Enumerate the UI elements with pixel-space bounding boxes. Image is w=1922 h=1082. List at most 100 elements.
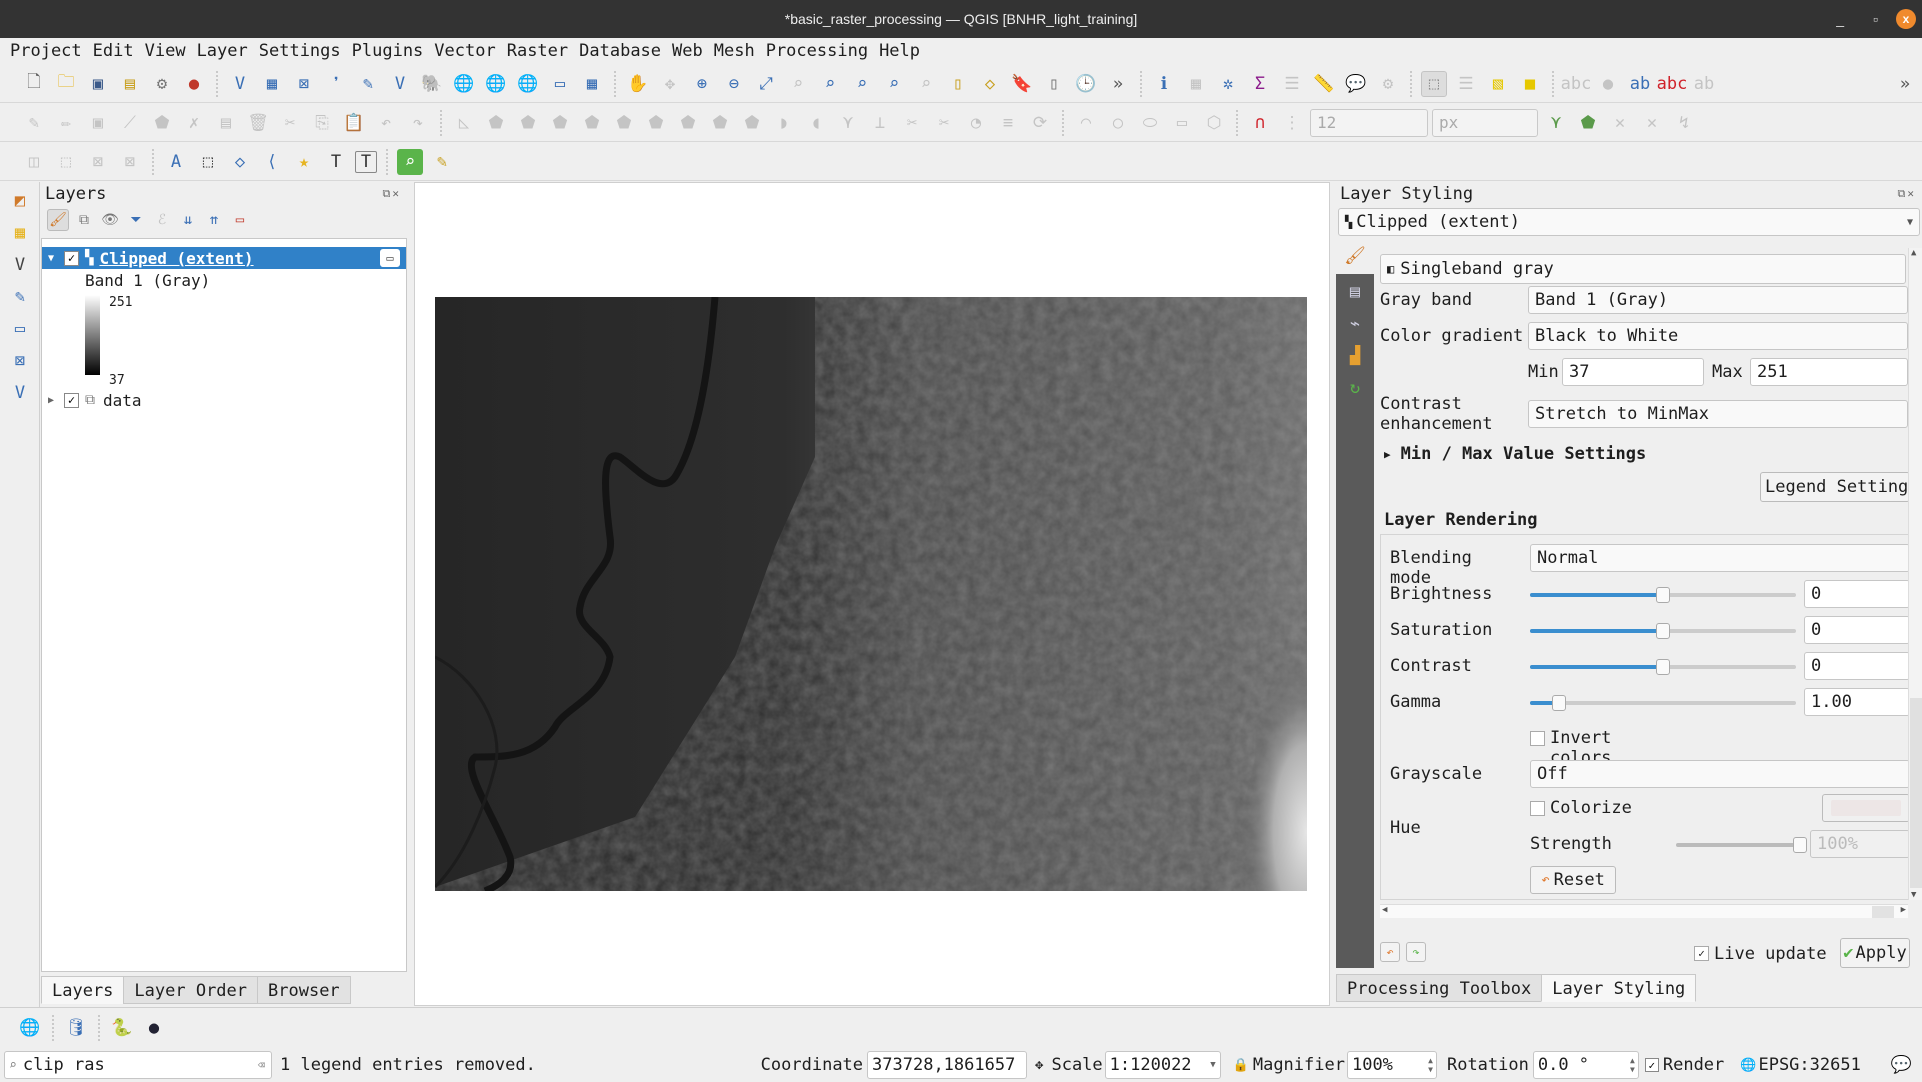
slider-handle[interactable] xyxy=(1656,623,1670,639)
data-source-manager-icon[interactable]: ◩ xyxy=(7,188,33,214)
slider-handle[interactable] xyxy=(1793,837,1807,853)
coordinate-input[interactable]: 373728,1861657 xyxy=(867,1051,1028,1079)
close-button[interactable]: x xyxy=(1896,9,1916,29)
saturation-slider[interactable] xyxy=(1530,623,1796,639)
clear-search-icon[interactable]: ⌫ xyxy=(258,1058,265,1072)
tab-browser[interactable]: Browser xyxy=(257,976,351,1004)
text-annotation-icon[interactable]: T xyxy=(355,150,377,173)
brightness-slider[interactable] xyxy=(1530,587,1796,603)
snapping-tolerance-input[interactable]: 12 xyxy=(1310,108,1428,137)
coordinate-toggle-icon[interactable]: ✥ xyxy=(1035,1057,1043,1073)
label-tool-icon[interactable]: abc xyxy=(1561,71,1592,97)
add-mesh-layer-icon[interactable]: ⊠ xyxy=(291,71,317,97)
delete-part-icon[interactable]: ⬟ xyxy=(611,110,637,136)
strength-slider[interactable] xyxy=(1676,837,1807,853)
spinner-icon[interactable]: ▲ ▼ xyxy=(1428,1056,1433,1074)
offset-curve-icon[interactable]: ⬟ xyxy=(675,110,701,136)
toolbar-overflow-icon[interactable]: » xyxy=(1105,71,1131,97)
digitize-line-icon[interactable]: ⟋ xyxy=(117,110,143,136)
new-temp-scratch-icon[interactable]: ▭ xyxy=(7,316,33,342)
align-icon[interactable]: ≡ xyxy=(995,110,1021,136)
redo-style-button[interactable]: ↷ xyxy=(1406,942,1426,962)
add-wcs-icon[interactable]: 🌐 xyxy=(483,71,509,97)
group-visibility-checkbox[interactable]: ✓ xyxy=(64,392,79,408)
cut-features-icon[interactable]: ✂ xyxy=(277,110,303,136)
select-annotation-icon[interactable]: ⬚ xyxy=(195,149,221,175)
lock-scale-icon[interactable]: 🔒 xyxy=(1233,1058,1249,1073)
new-temp-layer-icon[interactable]: ▭ xyxy=(547,71,573,97)
new-project-icon[interactable]: 🗋 xyxy=(21,71,47,97)
open-layer-styling-icon[interactable]: 🖌 xyxy=(47,209,69,231)
add-group-icon[interactable]: ⧉ xyxy=(73,209,95,231)
raster-calc-icon[interactable]: ⊠ xyxy=(85,149,111,175)
snapping-magnet-icon[interactable]: ∩ xyxy=(1247,110,1273,136)
zoom-native-icon[interactable]: ⌕ xyxy=(849,71,875,97)
attribute-table-icon[interactable]: ☰ xyxy=(1279,71,1305,97)
annotation-icon[interactable]: A xyxy=(163,149,189,175)
colorize-color-button[interactable] xyxy=(1822,794,1910,822)
menu-vector[interactable]: Vector xyxy=(434,41,495,61)
sidebar-history-tab[interactable]: ↻ xyxy=(1336,378,1374,398)
add-spatialite-icon[interactable]: ✎ xyxy=(355,71,381,97)
line-annotation-icon[interactable]: ⟨ xyxy=(259,149,285,175)
expand-arrow-icon[interactable]: ▶ xyxy=(44,395,58,406)
pin-labels-icon[interactable]: ab xyxy=(1627,71,1653,97)
collapse-arrow-icon[interactable]: ▼ xyxy=(44,253,58,264)
split-icon[interactable]: ◫ xyxy=(21,149,47,175)
layer-selector[interactable]: ▚ Clipped (extent) ▼ xyxy=(1338,208,1920,236)
crs-button[interactable]: EPSG:32651 xyxy=(1758,1055,1860,1075)
scroll-left-icon[interactable]: ◀ xyxy=(1382,905,1387,915)
identify-features-icon[interactable]: ℹ xyxy=(1151,71,1177,97)
snapping-mode-icon[interactable]: ⋮ xyxy=(1279,110,1305,136)
messages-icon[interactable]: 💬 xyxy=(1891,1055,1912,1075)
panel-float-close-icons[interactable]: ⧉✕ xyxy=(383,187,401,201)
layer-name[interactable]: Clipped (extent) xyxy=(99,249,253,268)
menu-web[interactable]: Web xyxy=(672,41,703,61)
zoom-in-icon[interactable]: ⊕ xyxy=(689,71,715,97)
expand-all-icon[interactable]: ⇊ xyxy=(177,209,199,231)
advanced-digitizing-icon[interactable]: ◺ xyxy=(451,110,477,136)
temporal-controller-icon[interactable]: 🕒 xyxy=(1073,71,1099,97)
georeferencer-icon[interactable]: ✎ xyxy=(429,149,455,175)
slider-handle[interactable] xyxy=(1656,587,1670,603)
processing-toolbox-icon[interactable]: ✲ xyxy=(1215,71,1241,97)
run-feature-action-icon[interactable]: ⚙ xyxy=(1375,71,1401,97)
vertical-scrollbar[interactable]: ▲ ▼ xyxy=(1908,248,1922,900)
save-edits-icon[interactable]: ▣ xyxy=(85,110,111,136)
contrast-input[interactable]: 0 xyxy=(1804,652,1910,680)
add-vector-layer-icon[interactable]: V xyxy=(227,71,253,97)
menu-raster[interactable]: Raster xyxy=(507,41,568,61)
add-delimited-text-icon[interactable]: ❜ xyxy=(323,71,349,97)
zoom-full-icon[interactable]: ⤢ xyxy=(753,71,779,97)
menu-edit[interactable]: Edit xyxy=(93,41,134,61)
menu-view[interactable]: View xyxy=(145,41,186,61)
zoom-last-icon[interactable]: ⌕ xyxy=(881,71,907,97)
scrollbar-thumb[interactable] xyxy=(1910,698,1922,888)
new-virtual-layer-icon[interactable]: V xyxy=(7,380,33,406)
collapse-all-icon[interactable]: ⇈ xyxy=(203,209,225,231)
min-input[interactable]: 37 xyxy=(1562,358,1704,386)
simplify-icon[interactable]: ⬟ xyxy=(739,110,765,136)
rotate-point-icon[interactable]: ◔ xyxy=(963,110,989,136)
menu-plugins[interactable]: Plugins xyxy=(352,41,424,61)
python-console-icon[interactable]: 🐍 xyxy=(109,1015,135,1041)
paste-features-icon[interactable]: 📋 xyxy=(341,110,367,136)
open-field-calculator-icon[interactable]: ▦ xyxy=(1183,71,1209,97)
reshape-features-icon[interactable]: ⬟ xyxy=(643,110,669,136)
db-manager-icon[interactable]: 🛢 xyxy=(63,1015,89,1041)
render-checkbox[interactable]: ✓ xyxy=(1644,1058,1659,1072)
tab-layer-order[interactable]: Layer Order xyxy=(123,976,259,1004)
menu-project[interactable]: Project xyxy=(10,41,82,61)
rotate-feature-icon[interactable]: ⟳ xyxy=(1027,110,1053,136)
new-print-layout-icon[interactable]: ▤ xyxy=(117,71,143,97)
tab-layers[interactable]: Layers xyxy=(41,976,125,1004)
smooth-icon[interactable]: ◖ xyxy=(803,110,829,136)
renderer-type-select[interactable]: ◧ Singleband gray xyxy=(1380,254,1906,284)
maximize-button[interactable]: ▫ xyxy=(1873,0,1878,38)
scale-select[interactable]: 1:120022 ▼ xyxy=(1104,1051,1221,1079)
rectangle-digitize-icon[interactable]: ▭ xyxy=(1169,110,1195,136)
toggle-editing-icon[interactable]: ✏ xyxy=(53,110,79,136)
add-virtual-layer-icon[interactable]: V xyxy=(387,71,413,97)
gamma-slider[interactable] xyxy=(1530,695,1796,711)
live-update-checkbox[interactable]: ✓ xyxy=(1694,946,1709,961)
